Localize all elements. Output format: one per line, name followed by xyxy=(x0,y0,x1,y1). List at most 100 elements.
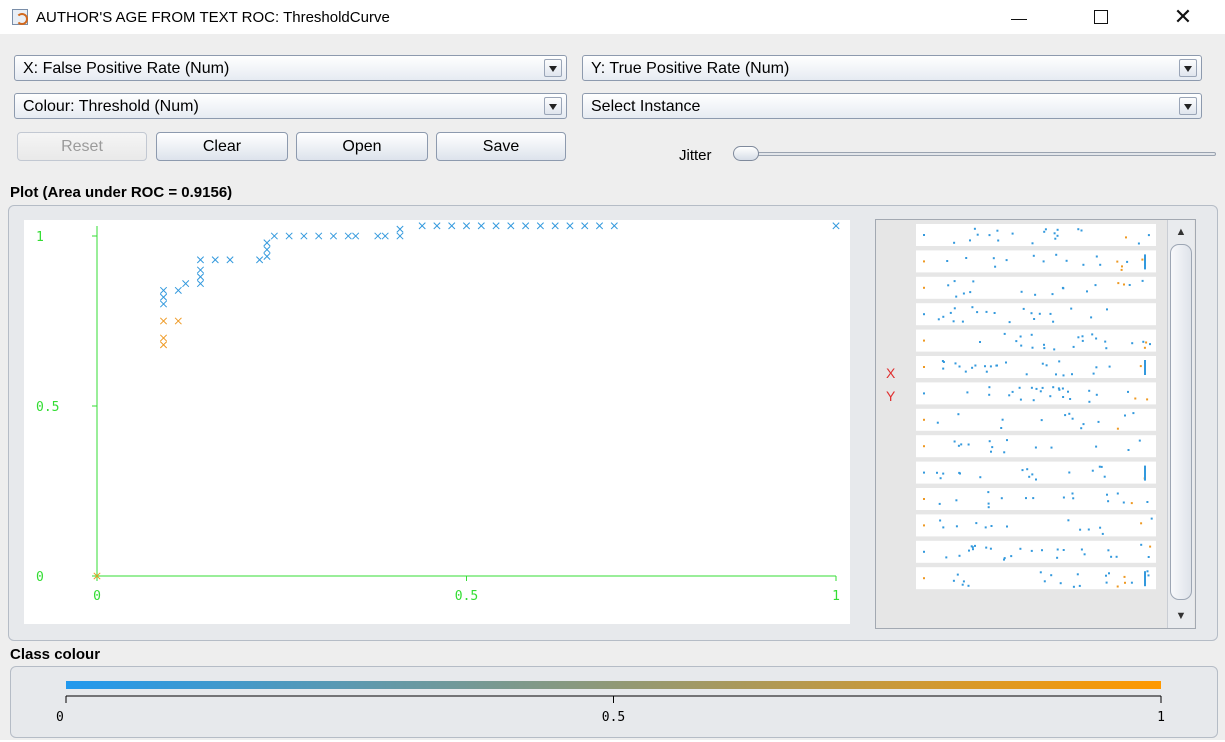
data-point[interactable] xyxy=(256,256,264,264)
data-point[interactable] xyxy=(182,280,190,288)
data-point[interactable] xyxy=(196,266,205,274)
matrix-cell[interactable] xyxy=(916,224,1156,246)
class-colour-group: 0 0.5 1 xyxy=(10,666,1218,738)
data-point[interactable] xyxy=(448,222,456,230)
data-point[interactable] xyxy=(396,225,404,233)
main-panel: X: False Positive Rate (Num) Y: True Pos… xyxy=(0,34,1225,740)
roc-plot-svg: 0 0.5 1 0 0.5 1 xyxy=(36,222,840,604)
colour-tick-label: 1 xyxy=(1157,710,1165,725)
matrix-cell[interactable] xyxy=(916,276,1156,299)
data-point[interactable] xyxy=(522,222,530,230)
maximize-button[interactable] xyxy=(1078,4,1124,30)
java-app-icon xyxy=(12,9,28,25)
data-point[interactable] xyxy=(174,317,182,325)
data-point[interactable] xyxy=(159,300,168,308)
data-point[interactable] xyxy=(433,222,441,230)
chevron-down-icon[interactable] xyxy=(1179,59,1197,77)
data-point[interactable] xyxy=(352,232,360,240)
data-point[interactable] xyxy=(270,232,278,240)
colour-select[interactable]: Colour: Threshold (Num) xyxy=(14,93,567,119)
scroll-up-icon[interactable]: ▲ xyxy=(1170,222,1192,242)
matrix-cell[interactable] xyxy=(916,329,1156,352)
jitter-label: Jitter xyxy=(679,147,712,164)
data-point[interactable] xyxy=(610,222,618,230)
data-point[interactable] xyxy=(211,256,219,264)
data-point[interactable] xyxy=(159,341,168,349)
data-point[interactable] xyxy=(159,317,168,325)
y-tick-label: 1 xyxy=(36,230,44,245)
x-axis-select[interactable]: X: False Positive Rate (Num) xyxy=(14,55,567,81)
data-point[interactable] xyxy=(418,222,426,230)
matrix-cell[interactable] xyxy=(916,514,1156,537)
data-point[interactable] xyxy=(263,239,271,247)
roc-plot[interactable]: 0 0.5 1 0 0.5 1 xyxy=(24,220,850,624)
matrix-cell[interactable] xyxy=(916,250,1156,273)
y-tick-label: 0.5 xyxy=(36,400,59,415)
colour-tick-label: 0.5 xyxy=(602,710,625,725)
colour-tick-label: 0 xyxy=(56,710,64,725)
data-point[interactable] xyxy=(581,222,589,230)
matrix-cell[interactable] xyxy=(916,567,1156,590)
matrix-cell[interactable] xyxy=(916,382,1156,405)
chevron-down-icon[interactable] xyxy=(544,97,562,115)
data-point[interactable] xyxy=(159,293,168,301)
data-point[interactable] xyxy=(300,232,308,240)
data-point[interactable] xyxy=(159,334,168,342)
data-point[interactable] xyxy=(381,232,389,240)
scrollbar-thumb[interactable] xyxy=(1170,244,1192,600)
y-tick-label: 0 xyxy=(36,570,44,585)
data-point[interactable] xyxy=(196,273,205,281)
data-point[interactable] xyxy=(374,232,382,240)
chevron-down-icon[interactable] xyxy=(544,59,562,77)
data-point[interactable] xyxy=(462,222,471,230)
matrix-cell[interactable] xyxy=(916,461,1156,484)
matrix-cell[interactable] xyxy=(916,540,1156,563)
data-point[interactable] xyxy=(263,252,271,260)
matrix-cell[interactable] xyxy=(916,488,1156,510)
data-point[interactable] xyxy=(477,222,485,230)
matrix-scrollbar[interactable]: ▲ ▼ xyxy=(1167,220,1194,628)
matrix-cell[interactable] xyxy=(916,408,1156,431)
x-axis-select-value: X: False Positive Rate (Num) xyxy=(23,60,230,77)
data-point[interactable] xyxy=(492,222,500,230)
data-point[interactable] xyxy=(396,232,404,240)
class-colour-bar: 0 0.5 1 xyxy=(56,681,1165,725)
data-point[interactable] xyxy=(566,222,574,230)
data-point[interactable] xyxy=(196,256,205,264)
instance-select[interactable]: Select Instance xyxy=(582,93,1202,119)
data-point[interactable] xyxy=(159,286,168,294)
reset-button[interactable]: Reset xyxy=(17,132,147,161)
window-title: AUTHOR'S AGE FROM TEXT ROC: ThresholdCur… xyxy=(36,9,390,26)
y-axis-select[interactable]: Y: True Positive Rate (Num) xyxy=(582,55,1202,81)
data-point[interactable] xyxy=(507,222,515,230)
data-point[interactable] xyxy=(226,256,234,264)
clear-button[interactable]: Clear xyxy=(156,132,288,161)
instance-select-value: Select Instance xyxy=(591,98,701,115)
gradient-strip xyxy=(66,681,1161,689)
data-point[interactable] xyxy=(174,286,182,294)
data-point[interactable] xyxy=(329,232,338,240)
scatter-matrix[interactable] xyxy=(876,220,1166,628)
scroll-down-icon[interactable]: ▼ xyxy=(1170,606,1192,626)
data-point[interactable] xyxy=(263,246,271,254)
jitter-slider-thumb[interactable] xyxy=(733,146,759,161)
colour-select-value: Colour: Threshold (Num) xyxy=(23,98,199,115)
data-point[interactable] xyxy=(315,232,323,240)
minimize-icon xyxy=(1011,19,1027,20)
matrix-cell[interactable] xyxy=(916,435,1156,458)
chevron-down-icon[interactable] xyxy=(1179,97,1197,115)
data-point[interactable] xyxy=(285,232,293,240)
data-point[interactable] xyxy=(595,222,604,230)
matrix-cell[interactable] xyxy=(916,303,1156,326)
matrix-cell[interactable] xyxy=(916,356,1156,378)
data-point[interactable] xyxy=(536,222,544,230)
minimize-button[interactable] xyxy=(996,4,1042,30)
jitter-slider[interactable] xyxy=(735,152,1216,156)
data-point[interactable] xyxy=(196,280,205,288)
close-button[interactable]: ✕ xyxy=(1160,4,1206,30)
data-point[interactable] xyxy=(832,222,840,230)
data-point[interactable] xyxy=(344,232,352,240)
data-point[interactable] xyxy=(551,222,559,230)
open-button[interactable]: Open xyxy=(296,132,428,161)
save-button[interactable]: Save xyxy=(436,132,566,161)
